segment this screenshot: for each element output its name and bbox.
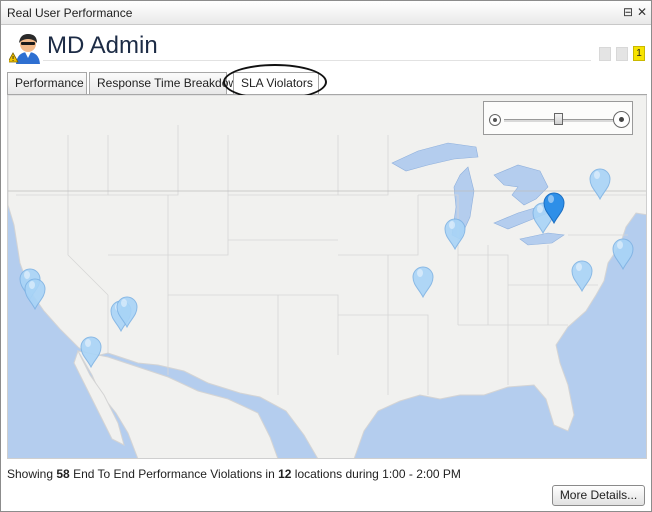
page-header: MD Admin 1	[7, 29, 647, 69]
map-pin-highlight	[594, 171, 600, 179]
map-pin-highlight	[617, 241, 623, 249]
tab-response-time-breakdown[interactable]: Response Time Breakdown	[89, 72, 244, 94]
more-details-button[interactable]: More Details...	[552, 485, 645, 506]
usa-map[interactable]	[7, 95, 647, 459]
zoom-control	[483, 101, 633, 135]
map-pin-highlight	[537, 205, 543, 213]
status-middle: End To End Performance Violations in	[69, 467, 279, 481]
tab-bar: Performance Response Time Breakdown SLA …	[7, 72, 647, 96]
status-suffix: locations during 1:00 - 2:00 PM	[291, 467, 461, 481]
rum-window: Real User Performance ⊟ ✕ MD Admin 1 Per…	[0, 0, 652, 512]
violation-count: 58	[56, 467, 70, 481]
map-pin-highlight	[29, 281, 35, 289]
location-count: 12	[278, 467, 292, 481]
window-title: Real User Performance	[7, 6, 133, 20]
tab-performance[interactable]: Performance	[7, 72, 87, 94]
zoom-slider-thumb[interactable]	[554, 113, 563, 125]
close-icon[interactable]: ✕	[635, 5, 649, 19]
page-title: MD Admin	[47, 32, 158, 59]
map-canvas[interactable]	[8, 95, 647, 459]
status-summary: Showing 58 End To End Performance Violat…	[7, 467, 461, 481]
admin-user-warning-icon	[9, 34, 40, 64]
header-divider	[43, 60, 591, 61]
status-prefix: Showing	[7, 467, 57, 481]
alert-count-badge[interactable]: 1	[633, 46, 645, 61]
map-pin-highlight	[417, 269, 423, 277]
zoom-out-icon[interactable]	[489, 114, 501, 126]
map-pin-highlight	[548, 195, 554, 203]
header-toolbar-button[interactable]	[599, 47, 611, 61]
map-pin-highlight	[85, 339, 91, 347]
restore-icon[interactable]: ⊟	[621, 5, 635, 19]
zoom-in-icon[interactable]	[613, 111, 630, 128]
map-pin-highlight	[24, 271, 30, 279]
window-titlebar: Real User Performance ⊟ ✕	[1, 1, 651, 25]
header-toolbar-button[interactable]	[616, 47, 628, 61]
map-pin-highlight	[121, 299, 127, 307]
map-pin-highlight	[449, 221, 455, 229]
map-pin-highlight	[576, 263, 582, 271]
